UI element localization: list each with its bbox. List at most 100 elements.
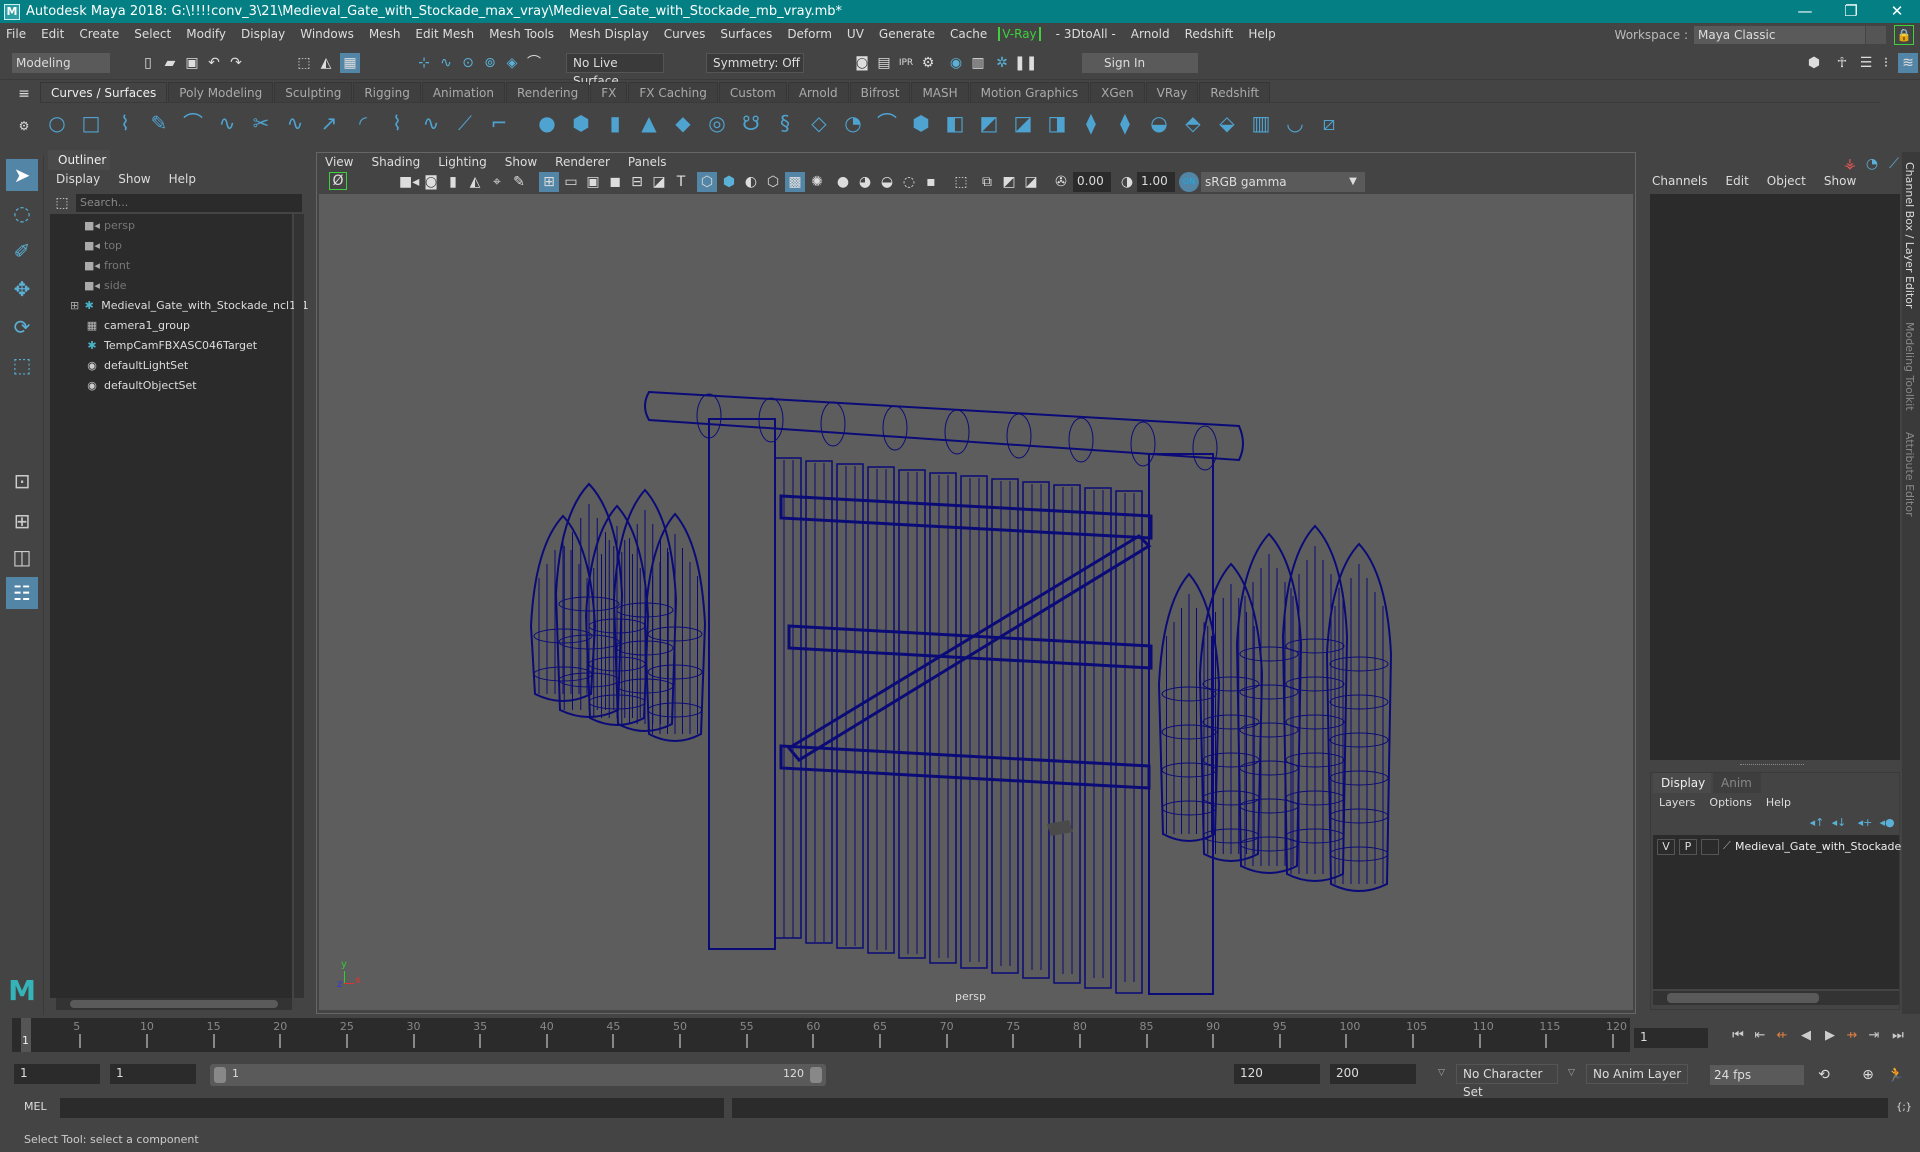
attach-curves-icon[interactable]: ∿ (282, 110, 308, 136)
fps-dropdown[interactable]: 24 fps (1710, 1065, 1804, 1085)
planar-icon[interactable]: ◇ (806, 110, 832, 136)
safe-action-icon[interactable]: ◪ (649, 172, 669, 192)
offset-curve-icon[interactable]: ◜ (350, 110, 376, 136)
shadows-icon[interactable]: ● (833, 172, 853, 192)
attribute-editor-icon[interactable]: ☰ (1856, 53, 1876, 73)
go-to-end-icon[interactable]: ⏭ (1888, 1026, 1908, 1046)
gate-mask-icon[interactable]: ◼ (605, 172, 625, 192)
scrollbar-thumb[interactable] (1667, 993, 1819, 1003)
menu-file[interactable]: File (6, 27, 26, 41)
outliner-tab[interactable]: Outliner (48, 150, 110, 170)
lighting-icon[interactable]: ✺ (807, 172, 827, 192)
viewport-menu-lighting[interactable]: Lighting (438, 155, 487, 169)
loop-icon[interactable]: ⟲ (1814, 1065, 1834, 1085)
trim-tool-icon[interactable]: ◨ (1044, 110, 1070, 136)
layer-tab-anim[interactable]: Anim (1713, 773, 1761, 793)
move-tool-icon[interactable]: ✥ (6, 273, 38, 305)
channel-menu-show[interactable]: Show (1824, 174, 1856, 188)
outliner-vertical-scrollbar[interactable] (294, 214, 304, 998)
layer-menu-options[interactable]: Options (1709, 793, 1751, 813)
side-tab-modeling-toolkit[interactable]: Modeling Toolkit (1903, 322, 1916, 411)
light-editor-icon[interactable]: ✲ (992, 53, 1012, 73)
play-forwards-icon[interactable]: ▶ (1820, 1026, 1840, 1046)
bookmarks-icon[interactable]: ▮ (443, 172, 463, 192)
motion-blur-icon[interactable]: ◒ (877, 172, 897, 192)
xray-active-icon[interactable]: ◩ (999, 172, 1019, 192)
isolate-select-icon[interactable]: ⬚ (951, 172, 971, 192)
playback-start-field[interactable]: 1 (110, 1064, 196, 1084)
outliner-item[interactable]: ■◂ front (84, 256, 130, 276)
select-tool-icon[interactable]: ➤ (6, 159, 38, 191)
close-button[interactable]: ✕ (1874, 0, 1920, 23)
cv-curve-icon[interactable]: ⌇ (112, 110, 138, 136)
snap-grid-icon[interactable]: ⊹ (414, 53, 434, 73)
new-empty-layer-icon[interactable]: ◂+ (1855, 813, 1875, 833)
select-camera-icon[interactable]: ■◂ (399, 172, 419, 192)
shelf-tab-custom[interactable]: Custom (718, 82, 787, 102)
new-scene-icon[interactable]: ▯ (138, 53, 158, 73)
xray-icon[interactable]: ▩ (785, 172, 805, 192)
anti-aliasing-icon[interactable]: ◌ (899, 172, 919, 192)
menu-help[interactable]: Help (1248, 27, 1275, 41)
extend-curve-icon[interactable]: ↗ (316, 110, 342, 136)
outliner-item[interactable]: ■◂ side (84, 276, 127, 296)
shelf-tab-poly-modeling[interactable]: Poly Modeling (168, 82, 274, 102)
cut-curve-icon[interactable]: ✂ (248, 110, 274, 136)
outliner-item[interactable]: ✱ TempCamFBXASC046Target (84, 336, 257, 356)
lock-icon[interactable]: 🔒 (1894, 25, 1914, 45)
outliner-layout-icon[interactable]: ☷ (6, 577, 38, 609)
three-point-arc-icon[interactable]: ⌒ (180, 110, 206, 136)
range-start-handle[interactable] (214, 1067, 226, 1083)
go-to-start-icon[interactable]: ⏮ (1728, 1026, 1748, 1046)
animation-end-field[interactable]: 200 (1330, 1064, 1416, 1084)
menu-windows[interactable]: Windows (300, 27, 354, 41)
single-perspective-layout-icon[interactable]: ⊡ (6, 465, 38, 497)
viewport-menu-show[interactable]: Show (505, 155, 537, 169)
character-set-arrow-icon[interactable]: ▽ (1438, 1068, 1445, 1078)
speed-icon[interactable]: ◔ (1862, 154, 1882, 174)
outliner-item[interactable]: ■◂ persp (84, 216, 135, 236)
sign-in-button[interactable]: Sign In (1082, 53, 1198, 73)
shelf-tab-curves-surfaces[interactable]: Curves / Surfaces (40, 82, 168, 102)
outliner-horizontal-scrollbar[interactable] (56, 998, 292, 1010)
render-setup-icon[interactable]: ▥ (968, 53, 988, 73)
add-points-icon[interactable]: ∿ (418, 110, 444, 136)
render-view-icon[interactable]: ◙ (852, 53, 872, 73)
hyper-tangent-icon[interactable]: ⟋ (1884, 154, 1904, 174)
undo-icon[interactable]: ↶ (204, 53, 224, 73)
layer-menu-layers[interactable]: Layers (1659, 793, 1695, 813)
bevel-plus-icon[interactable]: ⬢ (908, 110, 934, 136)
safe-title-icon[interactable]: T (671, 172, 691, 192)
play-backwards-icon[interactable]: ◀ (1796, 1026, 1816, 1046)
render-frame-icon[interactable]: ▤ (874, 53, 894, 73)
snap-live-icon[interactable]: ◈ (502, 53, 522, 73)
outliner-menu-display[interactable]: Display (56, 172, 100, 186)
insert-isoparm-icon[interactable]: ⬘ (1180, 110, 1206, 136)
menu-edit[interactable]: Edit (41, 27, 64, 41)
shelf-settings-icon[interactable]: ⚙ (14, 116, 34, 136)
new-layer-selected-icon[interactable]: ◂● (1877, 813, 1897, 833)
current-frame-field[interactable]: 1 (1634, 1028, 1708, 1048)
select-component-icon[interactable]: ▦ (340, 53, 360, 73)
film-gate-icon[interactable]: ▭ (561, 172, 581, 192)
tool-settings-icon[interactable]: ⁝ (1876, 53, 1896, 73)
live-surface-field[interactable]: No Live Surface (566, 53, 664, 88)
2d-pan-zoom-icon[interactable]: ⌖ (487, 172, 507, 192)
outliner-menu-help[interactable]: Help (169, 172, 196, 186)
shelf-tab-vray[interactable]: VRay (1145, 82, 1199, 102)
shelf-tab-redshift[interactable]: Redshift (1199, 82, 1271, 102)
character-set-dropdown[interactable]: No Character Set (1456, 1064, 1558, 1099)
snap-vertex-icon[interactable]: ⌒ (524, 53, 544, 73)
four-view-layout-icon[interactable]: ⊞ (6, 505, 38, 537)
exposure-icon[interactable]: ✇ (1051, 172, 1071, 192)
menu-curves[interactable]: Curves (664, 27, 706, 41)
sculpt-geometry-icon[interactable]: ◡ (1282, 110, 1308, 136)
channel-box-icon[interactable]: ≋ (1898, 53, 1918, 73)
time-slider[interactable]: 1 5 10 15 20 25 30 35 40 45 50 55 60 65 70 75 80 85 90 95 1… (12, 1018, 1630, 1052)
bezier-curve-icon[interactable]: ⌐ (486, 110, 512, 136)
move-layer-down-icon[interactable]: ◂↓ (1829, 813, 1849, 833)
character-controls-icon[interactable]: ☥ (1832, 53, 1852, 73)
shelf-tab-motion-graphics[interactable]: Motion Graphics (969, 82, 1090, 102)
menu-deform[interactable]: Deform (787, 27, 832, 41)
render-settings-icon[interactable]: ⚙ (918, 53, 938, 73)
